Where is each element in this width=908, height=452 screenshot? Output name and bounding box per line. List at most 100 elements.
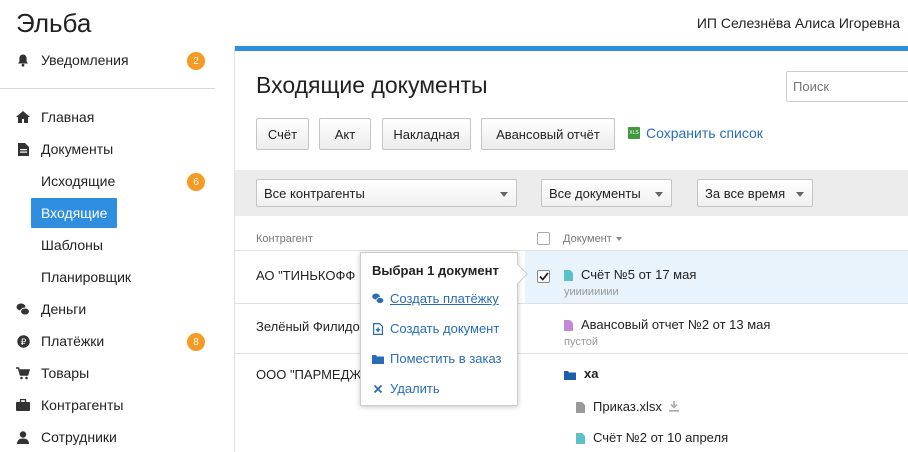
- invoice-file-icon: [576, 432, 585, 444]
- chevron-down-icon: [500, 192, 508, 197]
- main-panel: Входящие документы Счёт Акт Накладная Ав…: [234, 46, 908, 452]
- sidebar-item-home[interactable]: Главная: [0, 101, 234, 133]
- move-to-order-button[interactable]: Поместить в заказ: [372, 351, 502, 366]
- save-list-link[interactable]: XLS Сохранить список: [628, 125, 763, 141]
- column-header-document[interactable]: Документ: [563, 233, 622, 245]
- accent-bar: [235, 46, 908, 51]
- sidebar-item-goods[interactable]: Товары: [0, 357, 234, 389]
- page-title: Входящие документы: [256, 72, 488, 98]
- sort-caret-icon: [615, 237, 622, 242]
- person-icon: [16, 430, 30, 444]
- search-input[interactable]: [786, 71, 908, 102]
- invoice-file-icon: [564, 269, 573, 281]
- row-contractor: Зелёный Филидо: [256, 319, 360, 334]
- row-document-title: Авансовый отчет №2 от 13 мая: [581, 317, 771, 332]
- sidebar-item-templates[interactable]: Шаблоны: [0, 229, 234, 261]
- notifications-badge: 2: [187, 52, 205, 70]
- xlsx-file-icon: [576, 401, 585, 413]
- create-document-label: Создать документ: [390, 321, 500, 336]
- xls-icon: XLS: [628, 127, 640, 139]
- row-document-link[interactable]: Счёт №5 от 17 мая: [564, 267, 696, 282]
- documents-filter-value: Все документы: [549, 186, 641, 201]
- period-filter[interactable]: За все время: [697, 179, 813, 207]
- contractor-filter[interactable]: Все контрагенты: [256, 179, 517, 207]
- file-title: Счёт №2 от 10 апреля: [593, 430, 729, 445]
- create-document-button[interactable]: Создать документ: [372, 321, 499, 336]
- svg-text:₽: ₽: [20, 338, 26, 348]
- delete-button[interactable]: Удалить: [372, 381, 440, 396]
- folder-title: ха: [584, 366, 599, 381]
- row-contractor: АО "ТИНЬКОФФ: [256, 268, 356, 283]
- delete-label: Удалить: [390, 381, 440, 396]
- table-row[interactable]: ООО "ПАРМЕДЖ ха Приказ.xlsx Счёт №2 от 1…: [235, 354, 908, 452]
- sidebar-item-label: Уведомления: [41, 52, 129, 68]
- invoice-button[interactable]: Счёт: [256, 118, 309, 150]
- act-button[interactable]: Акт: [319, 118, 371, 150]
- sidebar-item-label: Исходящие: [41, 173, 116, 189]
- file-link[interactable]: Счёт №2 от 10 апреля: [576, 430, 728, 445]
- outgoing-badge: 6: [187, 173, 205, 191]
- chevron-down-icon: [796, 192, 804, 197]
- sidebar-item-outgoing[interactable]: Исходящие 6: [0, 165, 234, 197]
- document-plus-icon: [372, 322, 384, 335]
- payments-badge: 8: [187, 333, 205, 351]
- coins-icon: [16, 302, 30, 316]
- home-icon: [16, 110, 30, 124]
- column-header-label: Документ: [563, 233, 612, 245]
- row-checkbox[interactable]: [537, 270, 550, 283]
- row-contractor: ООО "ПАРМЕДЖ: [256, 367, 362, 382]
- documents-filter[interactable]: Все документы: [541, 179, 672, 207]
- coins-icon: [372, 293, 384, 304]
- column-header-contractor[interactable]: Контрагент: [256, 233, 313, 245]
- sidebar-item-label: Документы: [41, 141, 114, 157]
- row-document-comment: пустой: [564, 336, 599, 348]
- table-row[interactable]: Зелёный Филидо Авансовый отчет №2 от 13 …: [235, 304, 908, 354]
- sidebar-item-planner[interactable]: Планировщик: [0, 261, 234, 293]
- file-title: Приказ.xlsx: [593, 399, 662, 414]
- chevron-down-icon: [655, 192, 663, 197]
- period-filter-value: За все время: [705, 186, 786, 201]
- sidebar-item-label: Деньги: [41, 301, 87, 317]
- sidebar-item-label: Главная: [41, 109, 95, 125]
- ruble-icon: ₽: [16, 334, 30, 348]
- sidebar-item-label: Шаблоны: [41, 237, 103, 253]
- app-logo[interactable]: Эльба: [16, 8, 91, 39]
- sidebar-item-label: Контрагенты: [41, 397, 124, 413]
- folder-icon: [372, 354, 384, 364]
- sidebar-item-documents[interactable]: Документы: [0, 133, 234, 165]
- select-all-checkbox[interactable]: [537, 232, 550, 245]
- waybill-button[interactable]: Накладная: [382, 118, 471, 150]
- move-to-order-label: Поместить в заказ: [390, 351, 502, 366]
- create-payment-label: Создать платёжку: [390, 291, 499, 306]
- user-name[interactable]: ИП Селезнёва Алиса Игоревна: [697, 15, 900, 31]
- row-document-comment: уииииииии: [564, 286, 619, 298]
- download-icon[interactable]: [668, 401, 679, 412]
- file-link[interactable]: Приказ.xlsx: [576, 399, 679, 414]
- sidebar-item-incoming[interactable]: Входящие: [0, 197, 234, 229]
- create-payment-button[interactable]: Создать платёжку: [372, 291, 499, 306]
- sidebar-item-label: Планировщик: [41, 269, 132, 285]
- report-file-icon: [564, 319, 573, 331]
- sidebar-item-contractors[interactable]: Контрагенты: [0, 389, 234, 421]
- folder-link[interactable]: ха: [564, 366, 598, 381]
- row-document-link[interactable]: Авансовый отчет №2 от 13 мая: [564, 317, 770, 332]
- filter-bar: Все контрагенты Все документы За все вре…: [235, 170, 908, 216]
- sidebar-item-payments[interactable]: ₽ Платёжки 8: [0, 325, 234, 357]
- sidebar: Уведомления 2 Главная Документы Исходящи…: [0, 44, 234, 452]
- document-icon: [16, 142, 30, 156]
- sidebar-item-notifications[interactable]: Уведомления 2: [0, 44, 234, 76]
- sidebar-item-label: Товары: [41, 365, 90, 381]
- advance-report-button[interactable]: Авансовый отчёт: [481, 118, 615, 150]
- folder-icon: [564, 368, 576, 380]
- selection-actions-popup: Выбран 1 документ Создать платёжку Созда…: [360, 252, 528, 406]
- bell-icon: [16, 53, 30, 67]
- sidebar-item-money[interactable]: Деньги: [0, 293, 234, 325]
- popup-title: Выбран 1 документ: [372, 263, 499, 278]
- row-document-title: Счёт №5 от 17 мая: [581, 267, 697, 282]
- table-row[interactable]: АО "ТИНЬКОФФ Счёт №5 от 17 мая уииииииии: [235, 250, 908, 304]
- close-icon: [372, 384, 384, 394]
- sidebar-item-label: Платёжки: [41, 333, 105, 349]
- briefcase-icon: [16, 398, 30, 412]
- sidebar-item-employees[interactable]: Сотрудники: [0, 421, 234, 452]
- contractor-filter-value: Все контрагенты: [264, 186, 365, 201]
